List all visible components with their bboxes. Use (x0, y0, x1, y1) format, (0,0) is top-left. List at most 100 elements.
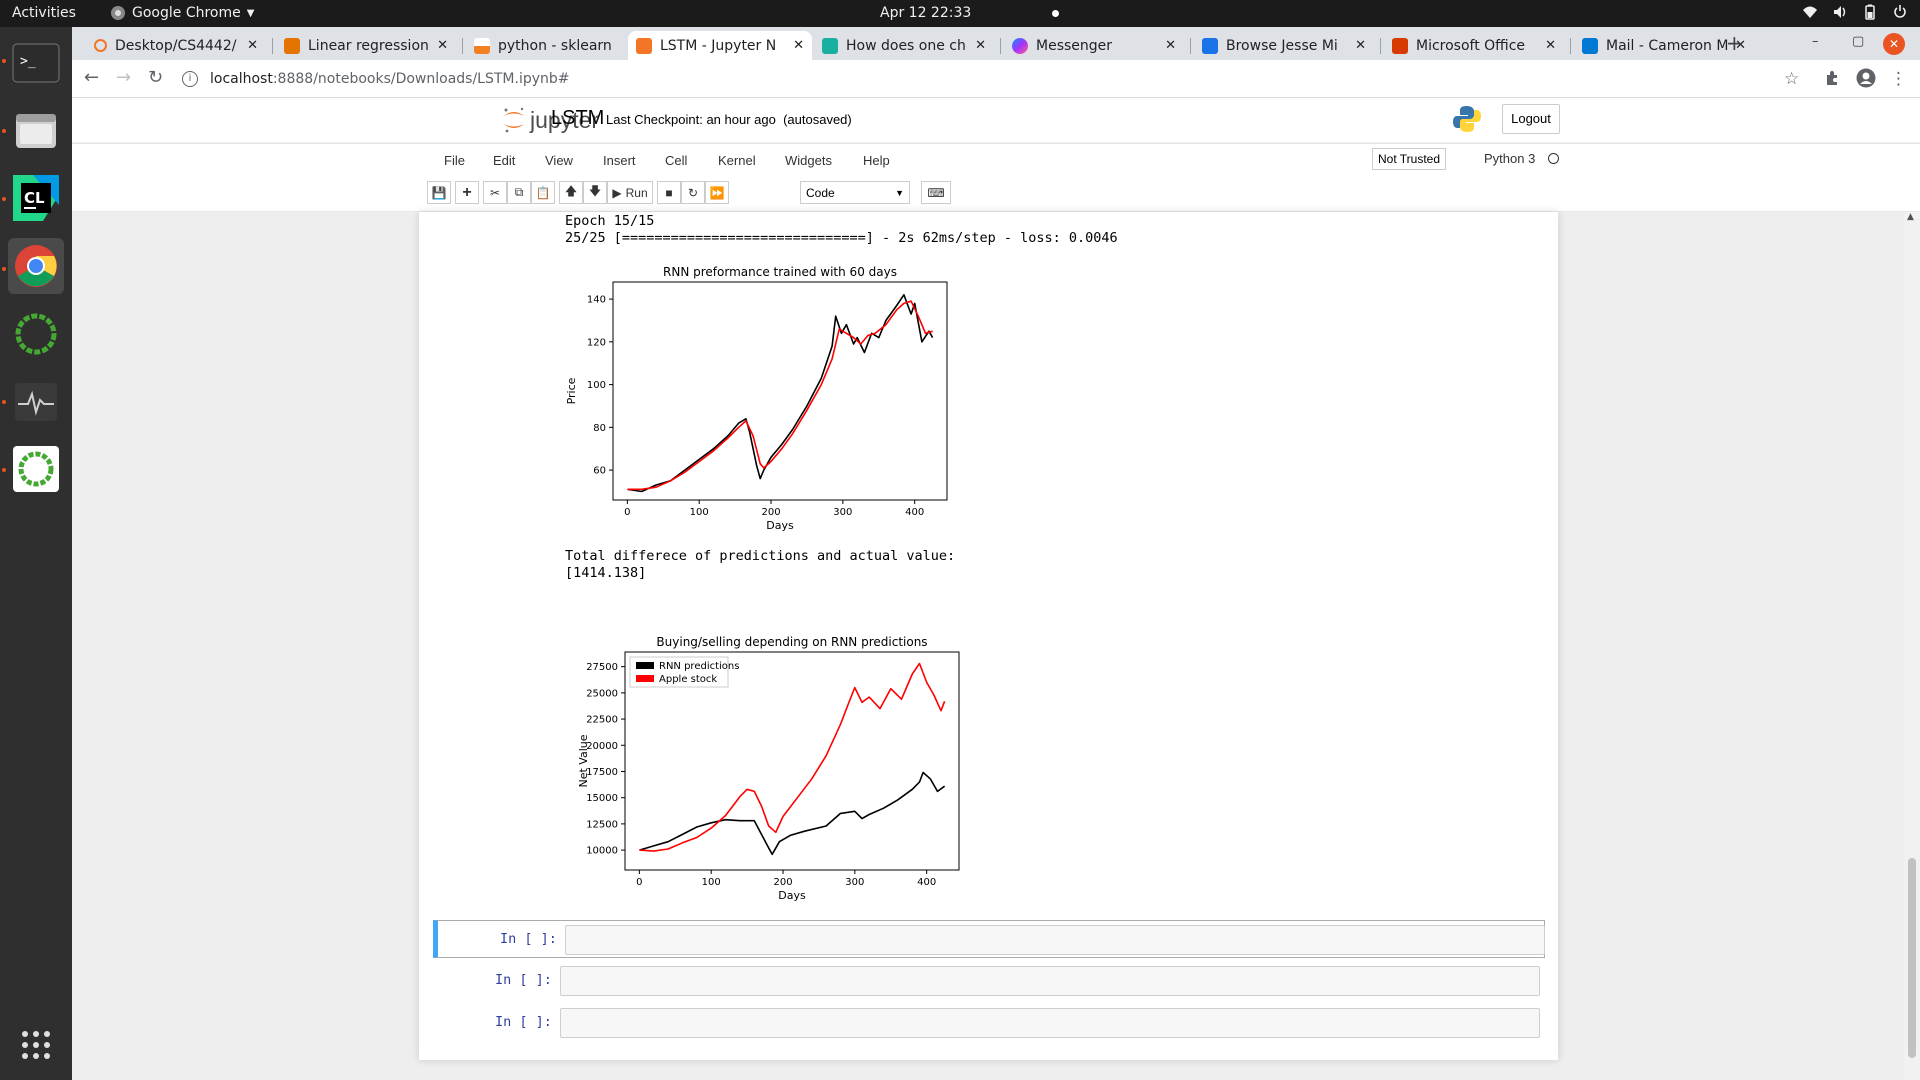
y-tick-label: 12500 (586, 819, 618, 830)
minimize-button[interactable]: – (1812, 34, 1819, 49)
y-tick-label: 120 (587, 337, 606, 348)
close-icon[interactable]: ✕ (437, 38, 448, 53)
restart-button[interactable]: ↻ (681, 181, 705, 204)
info-icon[interactable]: i (182, 71, 198, 87)
code-cell[interactable]: In [ ]: (433, 920, 1545, 958)
tab-messenger[interactable]: Messenger ✕ (1004, 31, 1184, 60)
outlook-favicon-icon (1582, 37, 1598, 54)
dock-terminal[interactable]: >_ (8, 35, 64, 91)
tab-separator (1380, 38, 1381, 54)
code-cell[interactable]: In [ ]: (433, 1004, 1545, 1042)
dock-chrome[interactable] (8, 238, 64, 294)
close-icon[interactable]: ✕ (1545, 38, 1556, 53)
cell-input[interactable] (560, 966, 1540, 996)
tab-linear-regression[interactable]: Linear regression ✕ (276, 31, 456, 60)
anaconda-ring-icon (15, 313, 57, 355)
menu-widgets[interactable]: Widgets (785, 153, 832, 168)
address-bar[interactable]: i localhost :8888/notebooks/Downloads/LS… (182, 65, 1882, 93)
chrome-small-icon (111, 6, 125, 20)
close-icon[interactable]: ✕ (975, 38, 986, 53)
menu-cell[interactable]: Cell (665, 153, 687, 168)
forward-button[interactable]: → (116, 67, 131, 88)
close-icon[interactable]: ✕ (1165, 38, 1176, 53)
page-scrollbar[interactable]: ▲ (1904, 212, 1920, 1080)
menu-edit[interactable]: Edit (493, 153, 515, 168)
tab-sklearn[interactable]: python - sklearn ✕ (466, 31, 646, 60)
dock-clion[interactable]: CL (8, 170, 64, 226)
run-button[interactable]: ▶ Run (607, 181, 653, 204)
tab-browse-jesse[interactable]: Browse Jesse Mi ✕ (1194, 31, 1374, 60)
scrollbar-thumb[interactable] (1908, 858, 1916, 1058)
chrome-menu-icon[interactable]: ⋮ (1890, 69, 1907, 89)
cell-input[interactable] (565, 925, 1545, 955)
kernel-name[interactable]: Python 3 (1484, 151, 1535, 166)
move-down-button[interactable]: 🡇 (583, 181, 607, 204)
tab-lstm[interactable]: LSTM - Jupyter N ✕ (628, 31, 812, 60)
show-applications-button[interactable] (8, 1017, 64, 1073)
app-menu[interactable]: Google Chrome ▼ (110, 5, 254, 21)
browser-toolbar: ← → ↻ i localhost :8888/notebooks/Downlo… (72, 60, 1920, 98)
profile-avatar-icon[interactable] (1856, 68, 1876, 88)
jupyter-favicon-icon (636, 37, 652, 54)
output-diff-value: [1414.138] (565, 565, 647, 581)
office-favicon-icon (1392, 37, 1408, 54)
menu-kernel[interactable]: Kernel (718, 153, 756, 168)
volume-icon (1834, 6, 1846, 18)
close-icon[interactable]: ✕ (793, 38, 804, 53)
window-close-button[interactable]: ✕ (1883, 33, 1905, 55)
menu-file[interactable]: File (444, 153, 465, 168)
svg-text:CL: CL (24, 189, 45, 207)
notebook-name[interactable]: LSTM (551, 107, 604, 130)
scroll-up-icon[interactable]: ▲ (1907, 212, 1914, 222)
y-tick-label: 10000 (586, 846, 618, 857)
battery-icon (1865, 4, 1875, 20)
command-palette-button[interactable]: ⌨ (921, 181, 951, 204)
copy-button[interactable]: ⧉ (507, 181, 531, 204)
menu-view[interactable]: View (545, 153, 573, 168)
run-label: Run (625, 185, 648, 200)
back-button[interactable]: ← (84, 67, 99, 88)
logout-button[interactable]: Logout (1502, 104, 1560, 134)
tab-desktop[interactable]: Desktop/CS4442/ ✕ (86, 31, 266, 60)
maximize-button[interactable]: ▢ (1852, 34, 1864, 49)
url-path: :8888/notebooks/Downloads/LSTM.ipynb# (272, 71, 570, 87)
dock-files[interactable] (8, 102, 64, 158)
clion-icon: CL (13, 175, 59, 221)
dock-anaconda[interactable] (8, 441, 64, 497)
close-icon[interactable]: ✕ (1355, 38, 1366, 53)
x-tick-label: 400 (917, 877, 936, 888)
close-icon[interactable]: ✕ (247, 38, 258, 53)
tab-label: Desktop/CS4442/ (115, 37, 237, 54)
tab-how-does-one[interactable]: How does one ch ✕ (814, 31, 994, 60)
tab-microsoft-office[interactable]: Microsoft Office ✕ (1384, 31, 1564, 60)
files-icon (16, 114, 56, 148)
cell-input[interactable] (560, 1008, 1540, 1038)
extensions-icon[interactable] (1824, 70, 1840, 86)
running-indicator (2, 468, 6, 472)
tab-label: Browse Jesse Mi (1226, 37, 1338, 54)
move-up-button[interactable]: 🡅 (559, 181, 583, 204)
interrupt-button[interactable]: ■ (657, 181, 681, 204)
menu-help[interactable]: Help (863, 153, 890, 168)
save-button[interactable]: 💾 (427, 181, 451, 204)
output-epoch: Epoch 15/15 (565, 213, 655, 229)
restart-run-all-button[interactable]: ⏩ (705, 181, 729, 204)
dock-system-monitor[interactable] (8, 374, 64, 430)
reload-button[interactable]: ↻ (148, 67, 163, 88)
app-menu-label: Google Chrome (132, 5, 241, 21)
trust-indicator[interactable]: Not Trusted (1372, 148, 1446, 170)
dock-anaconda-navigator[interactable] (8, 306, 64, 362)
cut-button[interactable]: ✂ (483, 181, 507, 204)
legend-swatch (636, 675, 654, 682)
new-tab-button[interactable]: + (1726, 31, 1743, 55)
activities-button[interactable]: Activities (12, 5, 76, 21)
system-tray[interactable] (1802, 4, 1908, 20)
cell-type-select[interactable]: Code ▼ (800, 181, 910, 204)
paste-button[interactable]: 📋 (531, 181, 555, 204)
bookmark-star-icon[interactable]: ☆ (1784, 69, 1799, 89)
menu-insert[interactable]: Insert (603, 153, 636, 168)
clock[interactable]: Apr 12 22:33 (880, 5, 971, 21)
power-menu-icon (1894, 5, 1906, 18)
code-cell[interactable]: In [ ]: (433, 962, 1545, 1000)
insert-cell-button[interactable]: + (455, 181, 479, 204)
